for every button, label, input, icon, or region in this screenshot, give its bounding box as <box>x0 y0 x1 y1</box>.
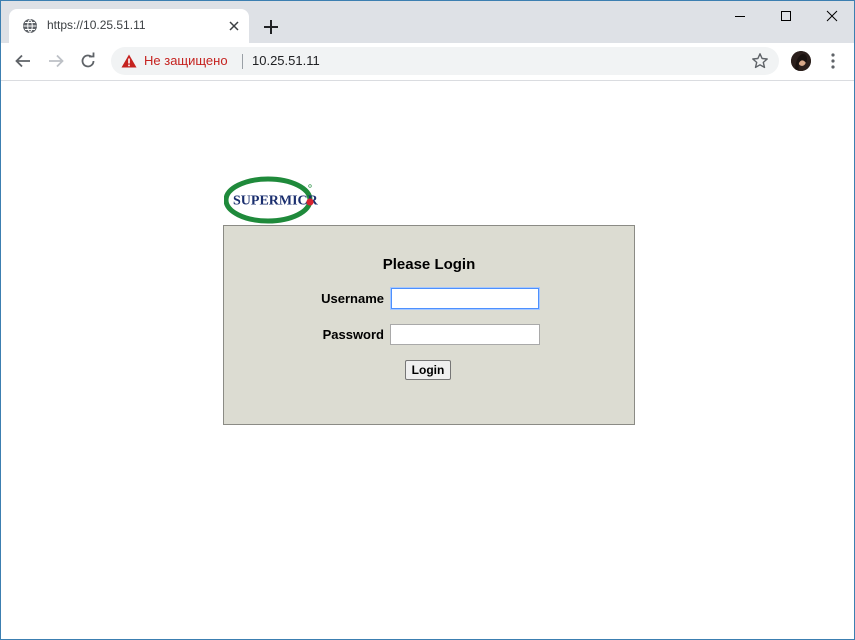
browser-tab[interactable]: https://10.25.51.11 <box>9 9 249 43</box>
avatar[interactable] <box>791 51 811 71</box>
login-heading: Please Login <box>382 256 476 273</box>
close-icon[interactable] <box>227 19 241 33</box>
star-icon[interactable] <box>751 52 769 70</box>
username-label: Username <box>321 291 384 306</box>
logo-text: SUPERMICR <box>233 194 319 209</box>
browser-window: https://10.25.51.11 Не защищено 10.25.51… <box>0 0 855 640</box>
maximize-icon[interactable] <box>763 1 809 31</box>
reload-icon[interactable] <box>79 52 97 70</box>
login-panel: Please Login Username Password Login <box>223 225 635 425</box>
address-bar[interactable]: Не защищено 10.25.51.11 <box>111 47 779 75</box>
back-arrow-icon[interactable] <box>14 52 32 70</box>
supermicro-logo: SUPERMICR <box>224 176 319 224</box>
globe-icon <box>23 19 37 33</box>
warning-triangle-icon[interactable] <box>121 54 137 68</box>
plus-icon[interactable] <box>259 15 283 39</box>
login-button[interactable]: Login <box>405 360 451 380</box>
address-separator <box>242 54 243 69</box>
tab-title: https://10.25.51.11 <box>47 18 146 32</box>
tab-strip: https://10.25.51.11 <box>1 1 854 43</box>
minimize-icon[interactable] <box>717 1 763 31</box>
password-label: Password <box>322 327 384 342</box>
page-content: SUPERMICR Please Login Username Password… <box>1 81 854 639</box>
browser-toolbar: Не защищено 10.25.51.11 <box>1 43 854 81</box>
forward-arrow-icon[interactable] <box>47 52 65 70</box>
username-input[interactable] <box>391 288 539 309</box>
url-text[interactable]: 10.25.51.11 <box>252 53 320 68</box>
password-input[interactable] <box>390 324 540 345</box>
kebab-menu-icon[interactable] <box>825 52 841 70</box>
not-secure-label[interactable]: Не защищено <box>144 53 228 68</box>
profile-photo-icon <box>791 51 811 71</box>
window-close-icon[interactable] <box>809 1 855 31</box>
